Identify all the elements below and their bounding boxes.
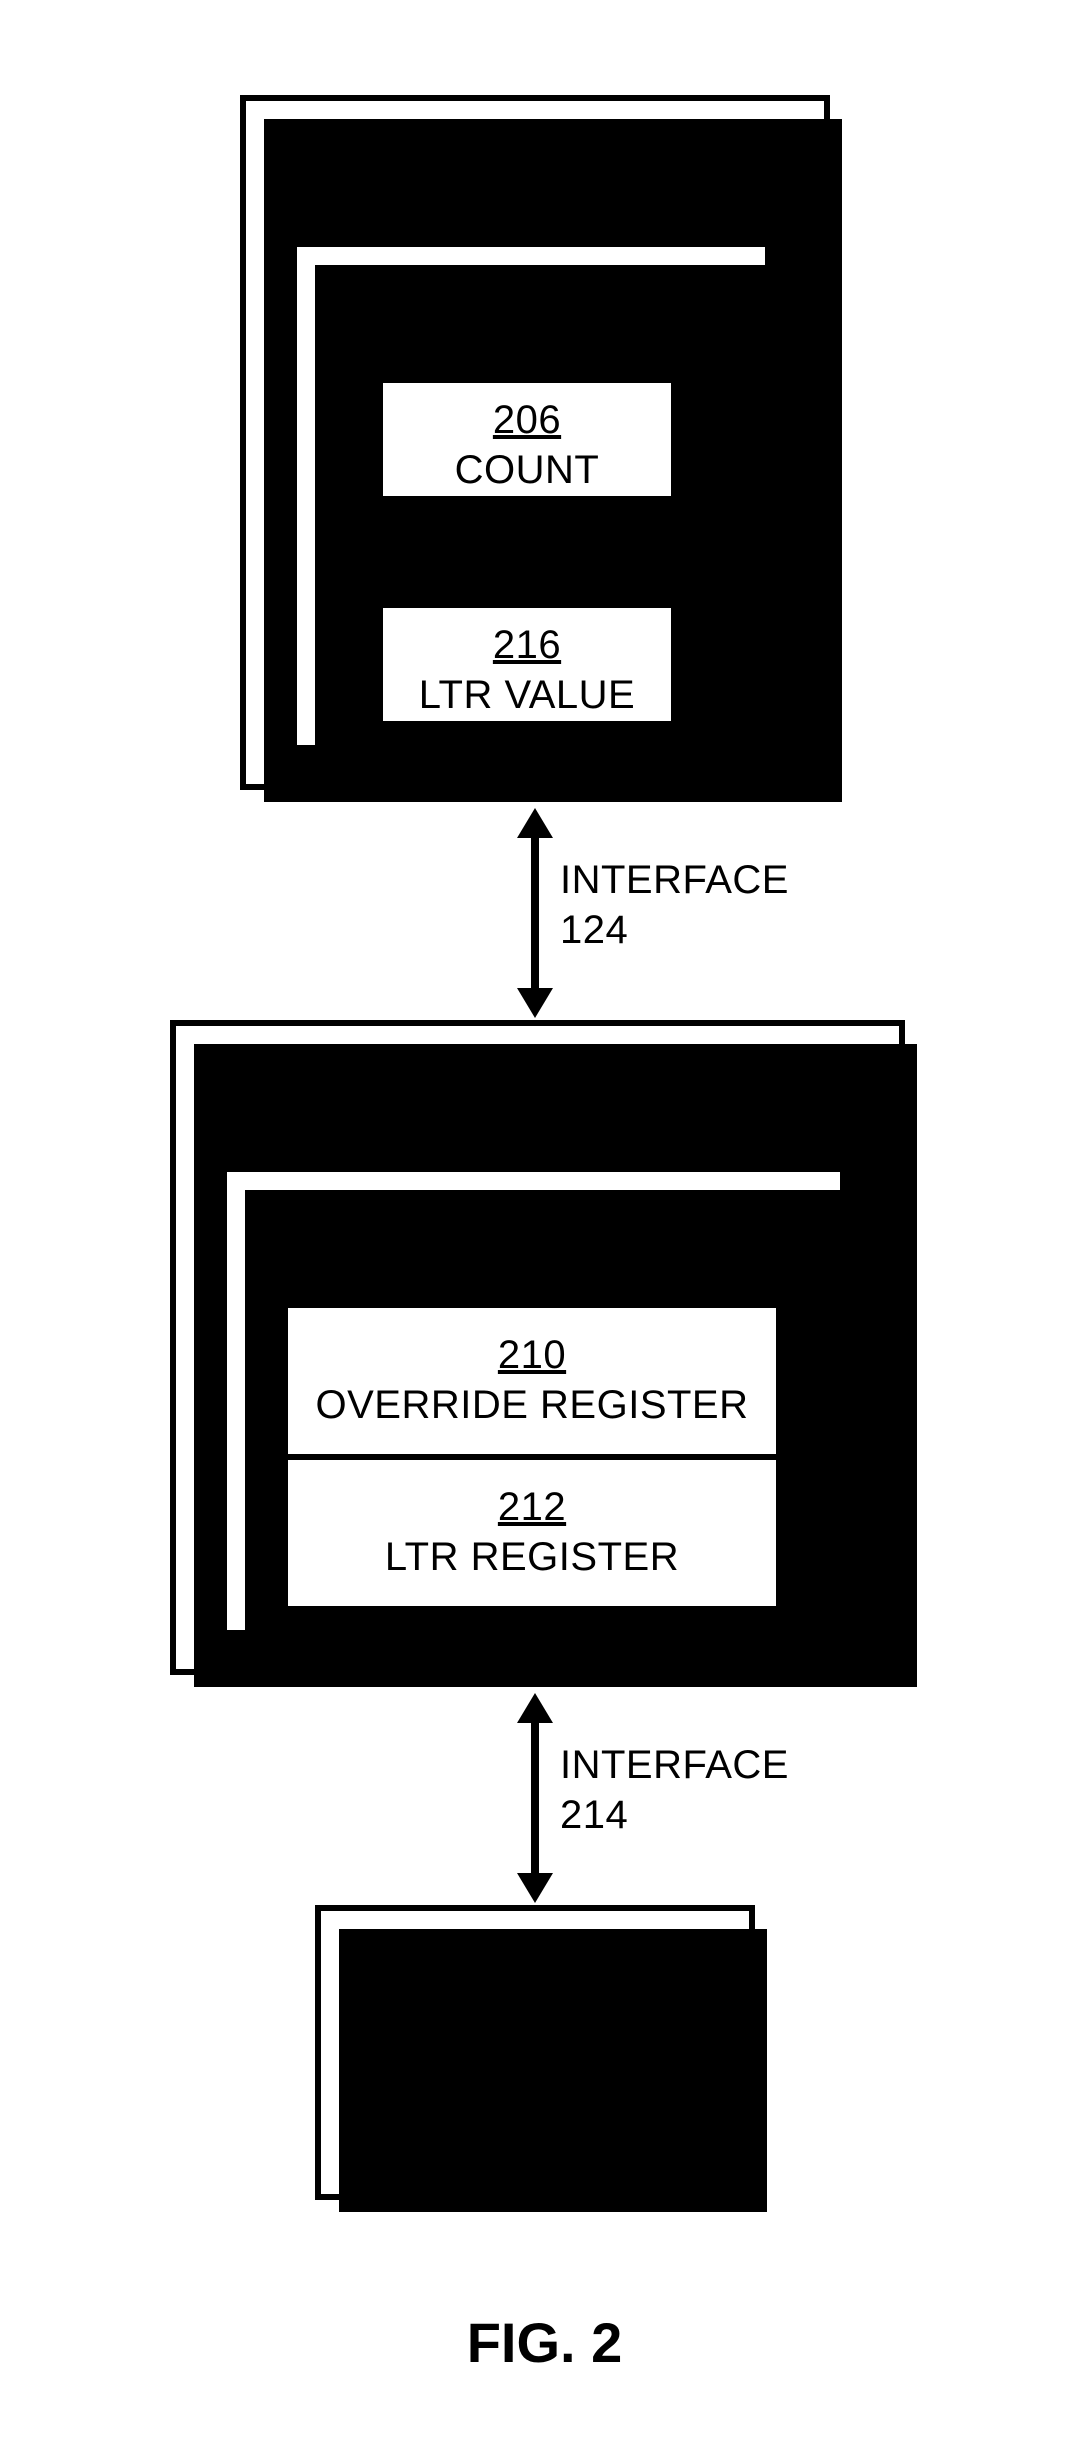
bridge-box: 104 BRIDGE 208 ROOT PORT 210 OVERRIDE RE… xyxy=(170,1020,905,1675)
driver-box: 202 DRIVER 206 COUNT 216 LTR VALUE xyxy=(291,241,771,751)
count-label: COUNT xyxy=(455,448,600,492)
ltr-register-box: 212 LTR REGISTER xyxy=(282,1457,782,1612)
bridge-label: BRIDGE xyxy=(459,1097,615,1141)
root-port-ref: 208 xyxy=(499,1189,567,1233)
figure-caption: FIG. 2 xyxy=(0,2310,1089,2375)
arrow-bridge-component xyxy=(525,1693,545,1903)
component-title: 204 COMPONENT xyxy=(321,2001,749,2101)
override-register-ref: 210 xyxy=(498,1333,566,1377)
root-port-label: ROOT PORT xyxy=(413,1239,654,1283)
interface-top-ref: 124 xyxy=(560,908,628,952)
ltr-value-box: 216 LTR VALUE xyxy=(377,602,677,727)
processor-label: PROCESSOR xyxy=(405,172,665,216)
ltr-value-ref: 216 xyxy=(493,623,561,667)
interface-bottom-text: INTERFACE xyxy=(560,1743,789,1787)
component-ref: 204 xyxy=(501,2004,569,2048)
override-register-box: 210 OVERRIDE REGISTER xyxy=(282,1302,782,1457)
override-register-title: 210 OVERRIDE REGISTER xyxy=(288,1330,776,1430)
root-port-box: 208 ROOT PORT 210 OVERRIDE REGISTER 212 … xyxy=(221,1166,846,1636)
count-ref: 206 xyxy=(493,398,561,442)
count-title: 206 COUNT xyxy=(383,395,671,495)
interface-top-text: INTERFACE xyxy=(560,858,789,902)
interface-bottom-ref: 214 xyxy=(560,1793,628,1837)
ltr-value-label: LTR VALUE xyxy=(419,673,635,717)
count-box: 206 COUNT xyxy=(377,377,677,502)
ltr-register-title: 212 LTR REGISTER xyxy=(288,1482,776,1582)
driver-title: 202 DRIVER xyxy=(297,261,765,361)
ltr-register-label: LTR REGISTER xyxy=(385,1535,679,1579)
processor-box: 102 PROCESSOR 202 DRIVER 206 COUNT xyxy=(240,95,830,790)
root-port-title: 208 ROOT PORT xyxy=(227,1186,840,1286)
driver-ref: 202 xyxy=(497,264,565,308)
component-box: 204 COMPONENT xyxy=(315,1905,755,2200)
override-register-label: OVERRIDE REGISTER xyxy=(315,1383,748,1427)
interface-bottom-label: INTERFACE 214 xyxy=(560,1740,789,1840)
diagram-canvas: 102 PROCESSOR 202 DRIVER 206 COUNT xyxy=(0,0,1089,2453)
processor-ref: 102 xyxy=(501,122,569,166)
driver-label: DRIVER xyxy=(454,314,608,358)
ltr-register-ref: 212 xyxy=(498,1485,566,1529)
interface-top-label: INTERFACE 124 xyxy=(560,855,789,955)
component-label: COMPONENT xyxy=(403,2054,668,2098)
arrow-processor-bridge xyxy=(525,808,545,1018)
bridge-title: 104 BRIDGE xyxy=(176,1044,899,1144)
arrow-count-ltr xyxy=(519,502,539,602)
ltr-value-title: 216 LTR VALUE xyxy=(383,620,671,720)
processor-title: 102 PROCESSOR xyxy=(246,119,824,219)
bridge-ref: 104 xyxy=(503,1047,571,1091)
